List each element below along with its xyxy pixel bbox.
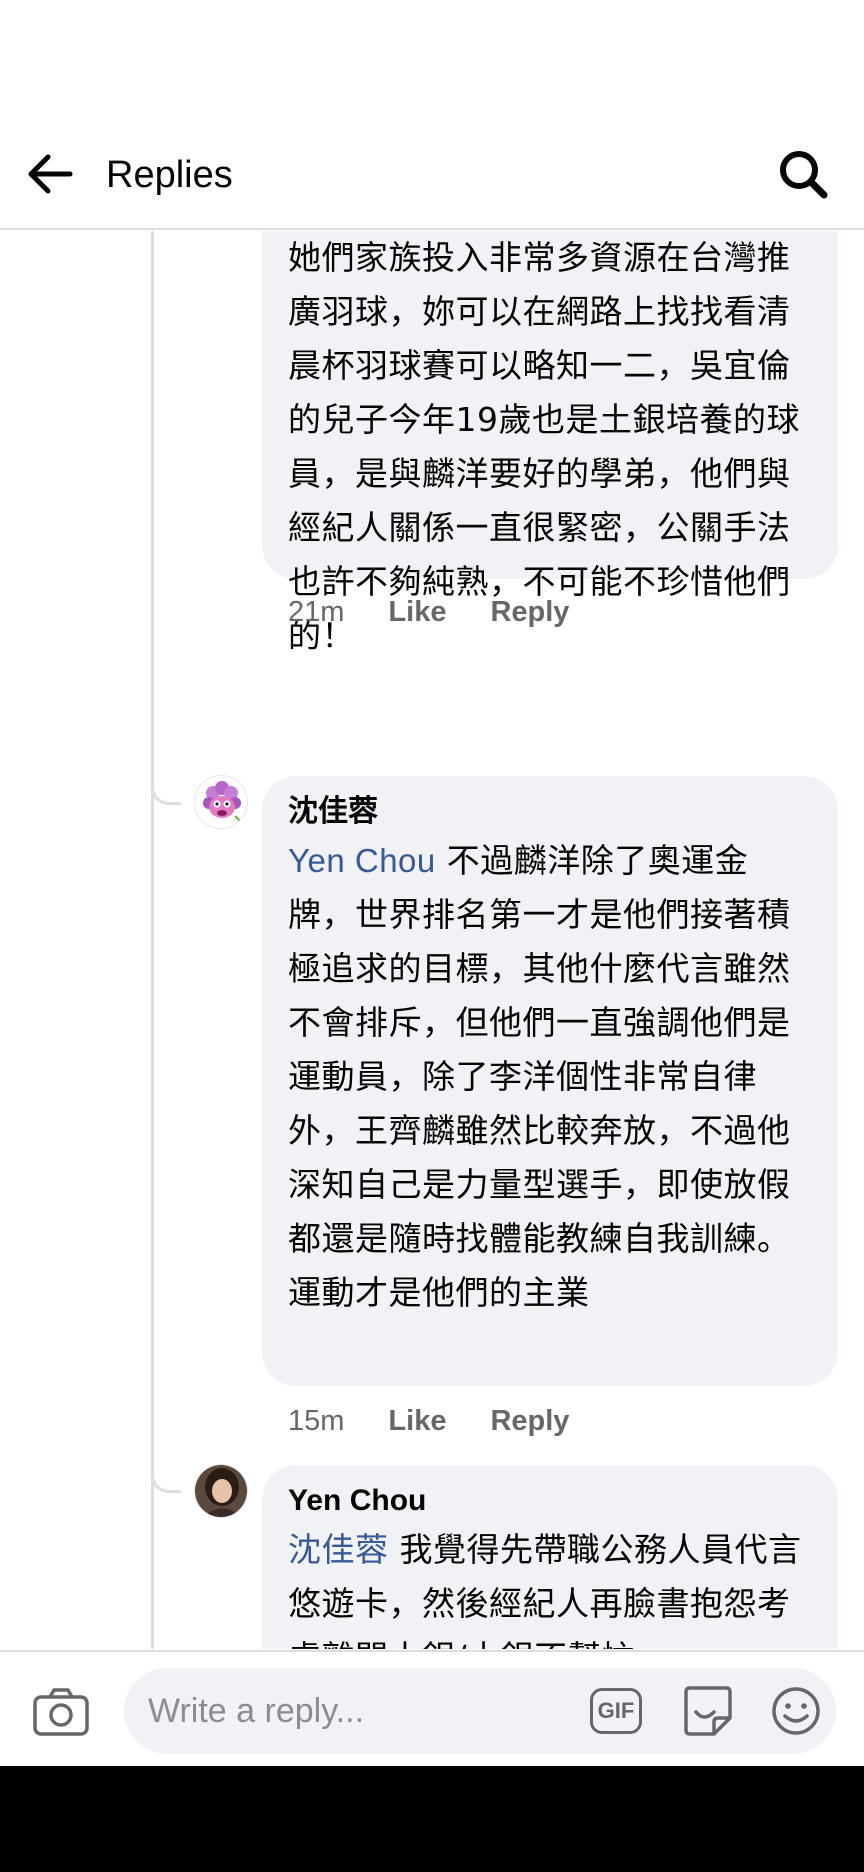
reply-button[interactable]: Reply bbox=[490, 590, 569, 634]
avatar[interactable] bbox=[194, 775, 248, 829]
comment-timestamp: 15m bbox=[288, 1405, 345, 1437]
thread-branch bbox=[151, 1463, 181, 1493]
mention-link[interactable]: 沈佳蓉 bbox=[288, 1531, 389, 1568]
reply-thread[interactable]: 王家麟洋他們的經紀人吳宜倫 她們家族投入非常多資源在台灣推廣羽球，妳可以在網路上… bbox=[0, 231, 864, 1649]
camera-icon bbox=[33, 1688, 89, 1736]
search-button[interactable] bbox=[772, 144, 836, 208]
sticker-icon bbox=[684, 1686, 732, 1736]
reply-input-container[interactable]: GIF bbox=[124, 1668, 836, 1754]
smiley-icon bbox=[772, 1687, 820, 1735]
comment-actions: 21m Like Reply bbox=[288, 590, 569, 634]
like-button[interactable]: Like bbox=[388, 1399, 446, 1443]
comment-bubble[interactable]: 王家麟洋他們的經紀人吳宜倫 她們家族投入非常多資源在台灣推廣羽球，妳可以在網路上… bbox=[262, 231, 838, 655]
reply-button[interactable]: Reply bbox=[490, 1399, 569, 1443]
app-header: Replies bbox=[0, 120, 864, 230]
comment-bubble[interactable]: 沈佳蓉 Yen Chou 不過麟洋除了奧運金牌，世界排名第一才是他們接著積極追求… bbox=[262, 776, 838, 1386]
gif-button[interactable]: GIF bbox=[590, 1684, 646, 1738]
page-title: Replies bbox=[106, 154, 233, 196]
emoji-button[interactable] bbox=[768, 1684, 824, 1738]
comment-author[interactable]: 沈佳蓉 bbox=[288, 792, 812, 832]
reply-input[interactable] bbox=[148, 1686, 588, 1736]
mention-link[interactable]: Yen Chou bbox=[288, 842, 436, 879]
comment-actions: 15m Like Reply bbox=[288, 1399, 569, 1443]
comment-body: Yen Chou 不過麟洋除了奧運金牌，世界排名第一才是他們接著積極追求的目標，… bbox=[288, 834, 812, 1320]
comment-author[interactable]: Yen Chou bbox=[288, 1481, 812, 1521]
system-navigation-bar bbox=[0, 1766, 864, 1872]
avatar[interactable] bbox=[194, 1464, 248, 1518]
search-icon bbox=[780, 151, 828, 199]
reply-composer: GIF bbox=[0, 1650, 864, 1766]
camera-button[interactable] bbox=[32, 1686, 90, 1738]
gif-icon: GIF bbox=[590, 1688, 642, 1734]
thread-branch bbox=[151, 775, 181, 805]
comment-text: 不過麟洋除了奧運金牌，世界排名第一才是他們接著積極追求的目標，其他什麼代言雖然不… bbox=[288, 841, 791, 1312]
like-button[interactable]: Like bbox=[388, 590, 446, 634]
comment-bubble[interactable]: Yen Chou 沈佳蓉 我覺得先帶職公務人員代言悠遊卡，然後經紀人再臉書抱怨考… bbox=[262, 1465, 838, 1649]
arrow-left-icon bbox=[28, 154, 73, 194]
back-button[interactable] bbox=[22, 144, 82, 204]
cartoon-avatar-icon bbox=[195, 776, 247, 828]
comment-timestamp: 21m bbox=[288, 596, 345, 628]
thread-line bbox=[151, 231, 154, 1649]
profile-photo-icon bbox=[195, 1465, 247, 1517]
sticker-button[interactable] bbox=[680, 1684, 736, 1738]
comment-body: 沈佳蓉 我覺得先帶職公務人員代言悠遊卡，然後經紀人再臉書抱怨考慮離開土銀/土銀不… bbox=[288, 1523, 812, 1649]
status-bar bbox=[0, 0, 864, 120]
